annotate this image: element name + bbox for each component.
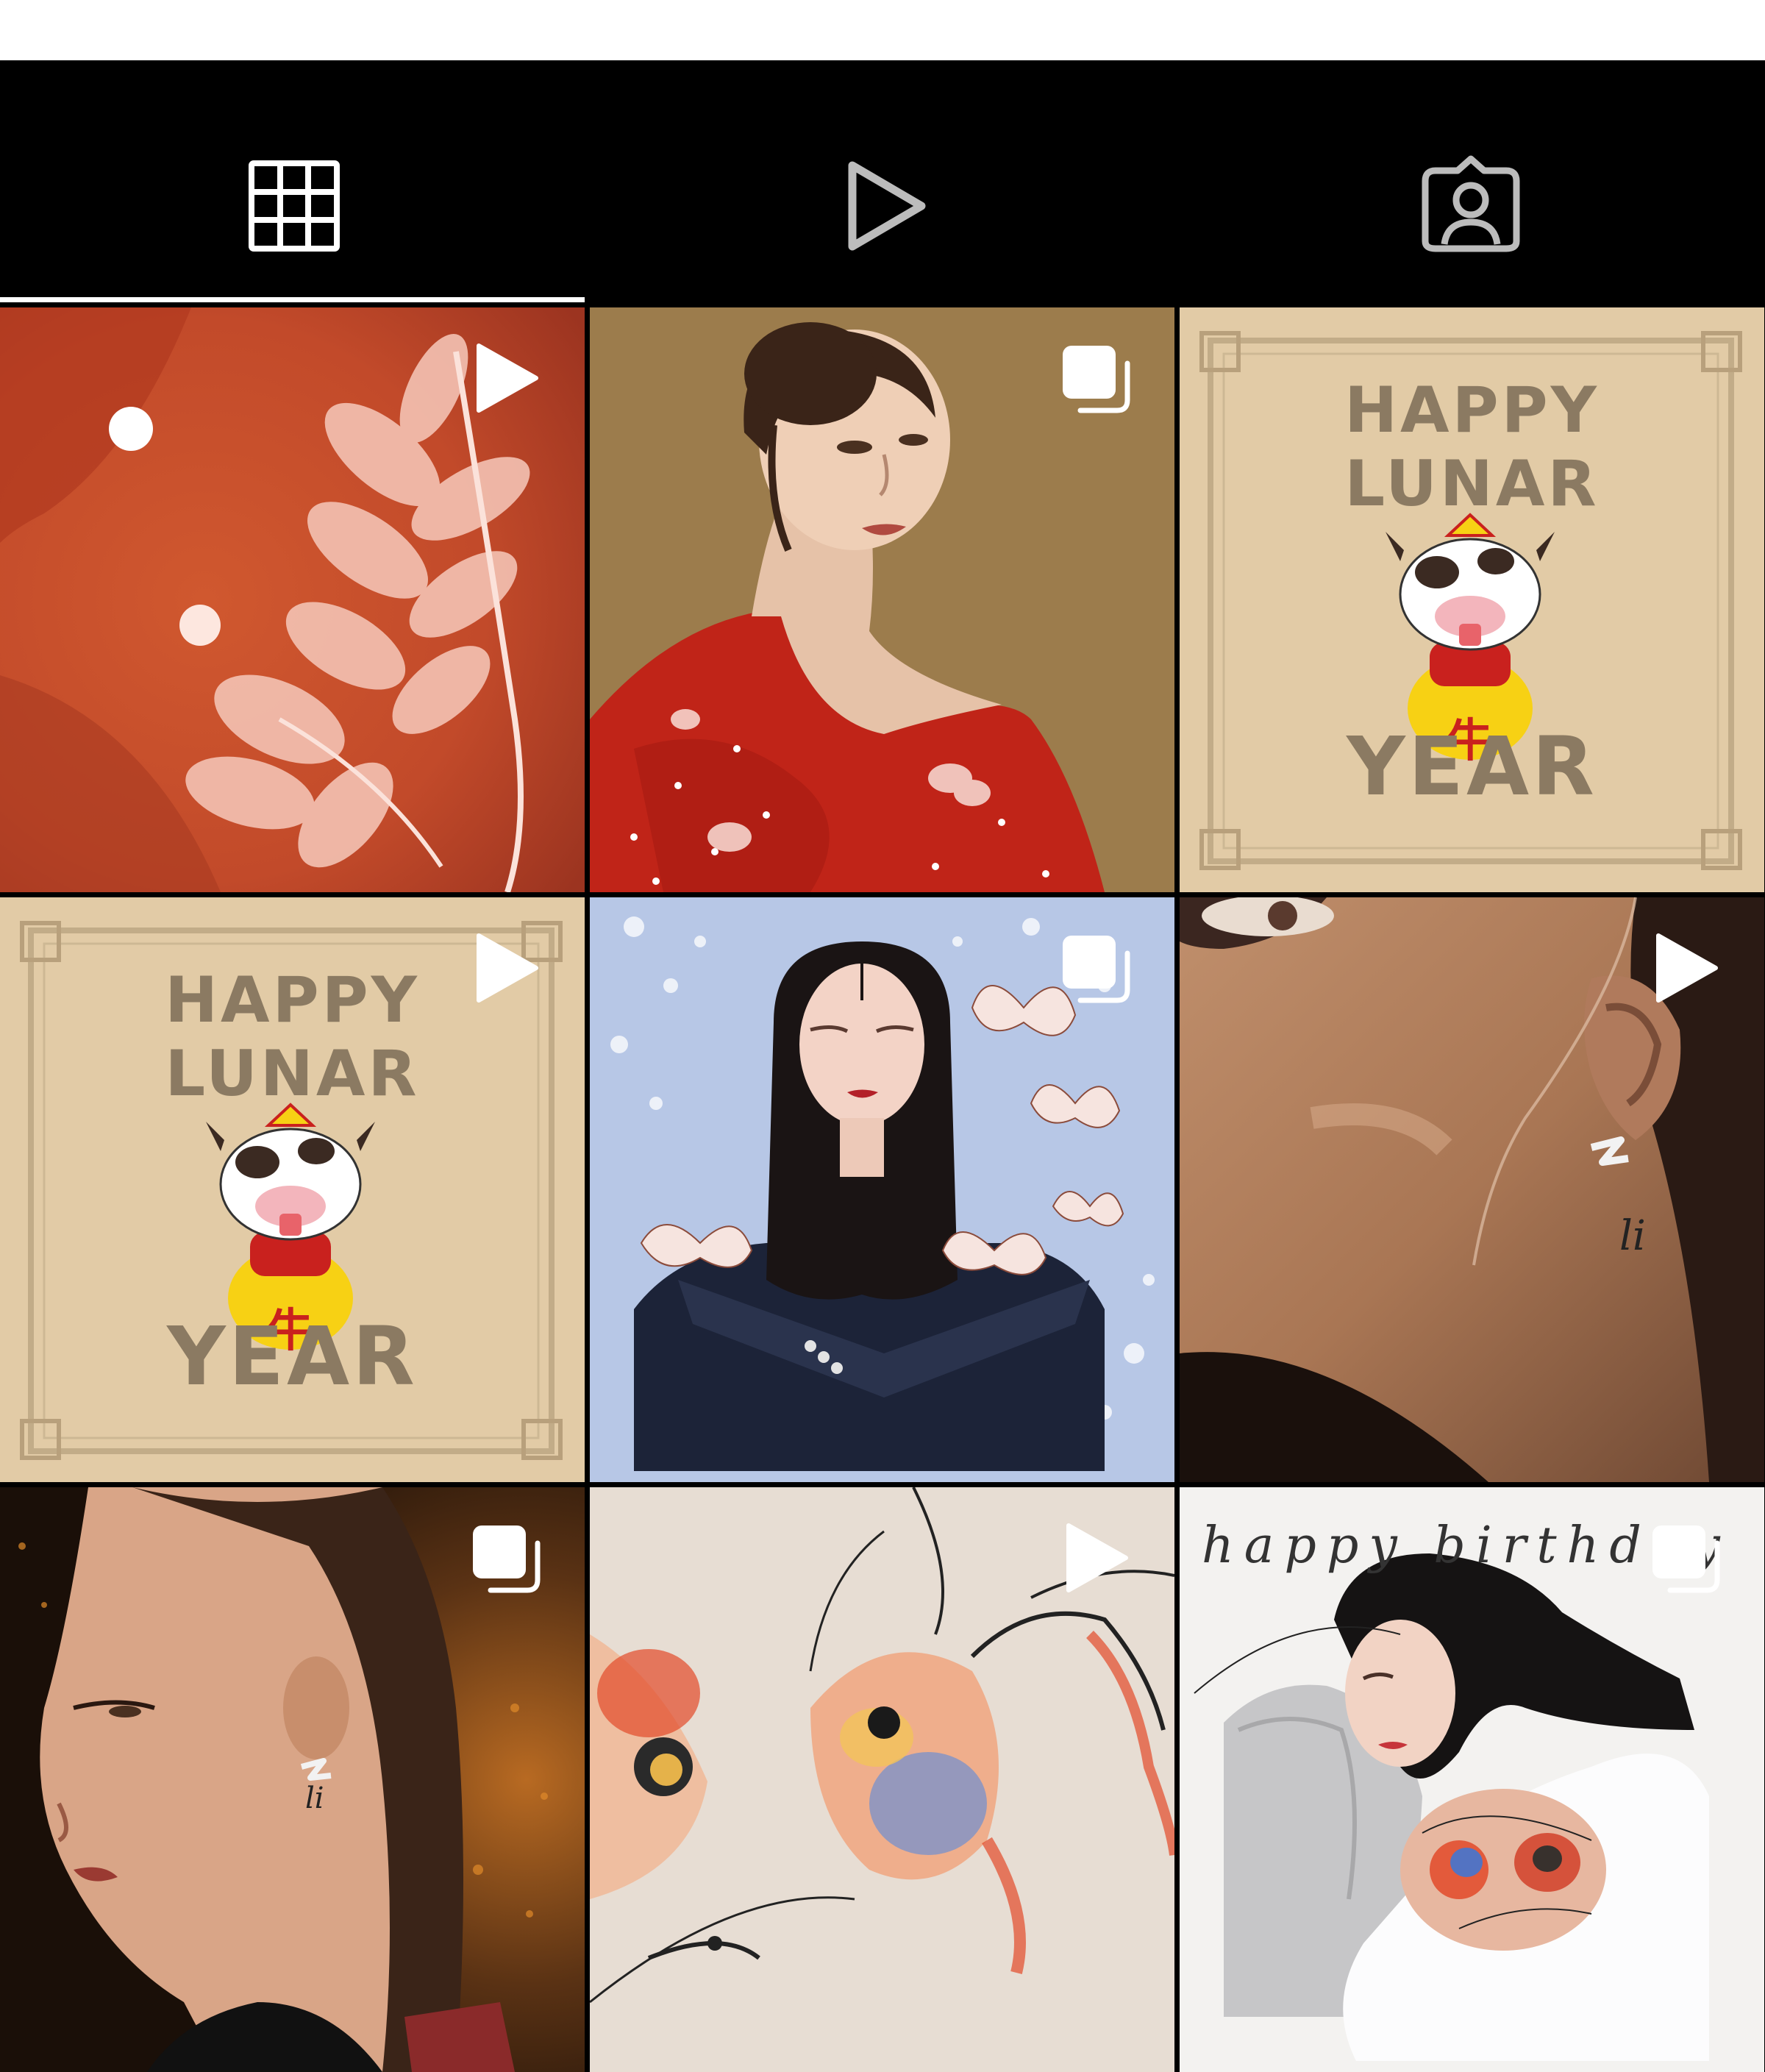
artist-signature: li (305, 1781, 324, 1815)
selected-tab-indicator (0, 297, 585, 302)
tagged-person-icon (1422, 155, 1520, 252)
greeting-line-3: YEAR (1347, 719, 1597, 814)
posts-grid: HAPPY LUNAR 牛 YEAR HAPPY LUNAR 牛 YEAR li… (0, 307, 1765, 2072)
reels-play-icon (848, 161, 926, 251)
reel-play-icon (1656, 933, 1718, 1003)
profile-tab-bar (0, 60, 1765, 303)
post-tile[interactable]: li (0, 1487, 585, 2072)
post-tile[interactable]: HAPPY LUNAR 牛 YEAR (1180, 307, 1764, 892)
carousel-stack-icon (1063, 346, 1130, 413)
tab-tagged[interactable] (1177, 60, 1765, 303)
post-tile[interactable]: happy birthday (1180, 1487, 1764, 2072)
post-tile[interactable] (590, 1487, 1174, 2072)
carousel-stack-icon (473, 1525, 541, 1593)
reel-play-icon (1066, 1523, 1128, 1592)
artist-signature: li (1619, 1212, 1646, 1260)
reel-play-icon (477, 933, 538, 1003)
reel-play-icon (477, 343, 538, 413)
carousel-stack-icon (1063, 936, 1130, 1003)
post-tile[interactable] (0, 307, 585, 892)
greeting-line-2: LUNAR (1344, 447, 1600, 521)
status-bar-area (0, 0, 1765, 60)
post-tile[interactable] (590, 307, 1174, 892)
post-tile[interactable]: HAPPY LUNAR 牛 YEAR (0, 897, 585, 1482)
grid-icon (249, 160, 340, 252)
greeting-line-1: HAPPY (1344, 374, 1600, 447)
carousel-stack-icon (1652, 1525, 1720, 1593)
post-tile[interactable] (590, 897, 1174, 1482)
greeting-line-2: LUNAR (165, 1037, 420, 1111)
tab-posts-grid[interactable] (0, 60, 588, 303)
post-tile[interactable]: li (1180, 897, 1764, 1482)
tab-reels[interactable] (588, 60, 1177, 303)
greeting-line-3: YEAR (167, 1309, 418, 1403)
